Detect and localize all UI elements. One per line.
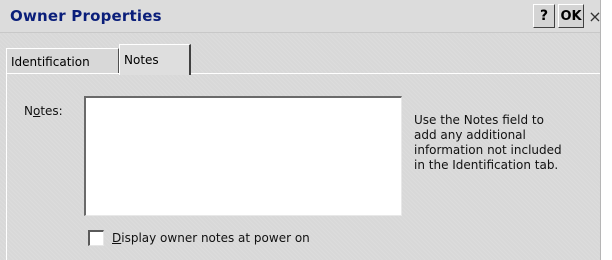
notes-label-pre: N (24, 104, 33, 118)
ok-button[interactable]: OK (558, 4, 584, 28)
close-button[interactable]: × (588, 5, 602, 27)
help-line: add any additional (414, 128, 526, 142)
notes-label: Notes: (24, 104, 63, 118)
display-notes-label-rest: isplay owner notes at power on (121, 231, 310, 245)
notes-textarea[interactable] (84, 96, 402, 216)
owner-properties-window: Owner Properties ? OK × Identification N… (0, 0, 602, 260)
display-notes-checkbox-label[interactable]: Display owner notes at power on (112, 231, 310, 245)
help-button[interactable]: ? (533, 4, 555, 28)
tab-identification[interactable]: Identification (6, 48, 119, 74)
window-title: Owner Properties (10, 7, 162, 25)
display-notes-checkbox[interactable] (88, 230, 104, 246)
help-line: Use the Notes field to (414, 113, 544, 127)
notes-label-post: tes: (40, 104, 63, 118)
tab-notes[interactable]: Notes (119, 44, 191, 75)
help-line: in the Identification tab. (414, 158, 559, 172)
title-bar: Owner Properties ? OK × (0, 0, 602, 33)
display-notes-mnemonic: D (112, 231, 122, 245)
notes-help-text: Use the Notes field to add any additiona… (414, 113, 594, 173)
help-line: information not included (414, 143, 562, 157)
